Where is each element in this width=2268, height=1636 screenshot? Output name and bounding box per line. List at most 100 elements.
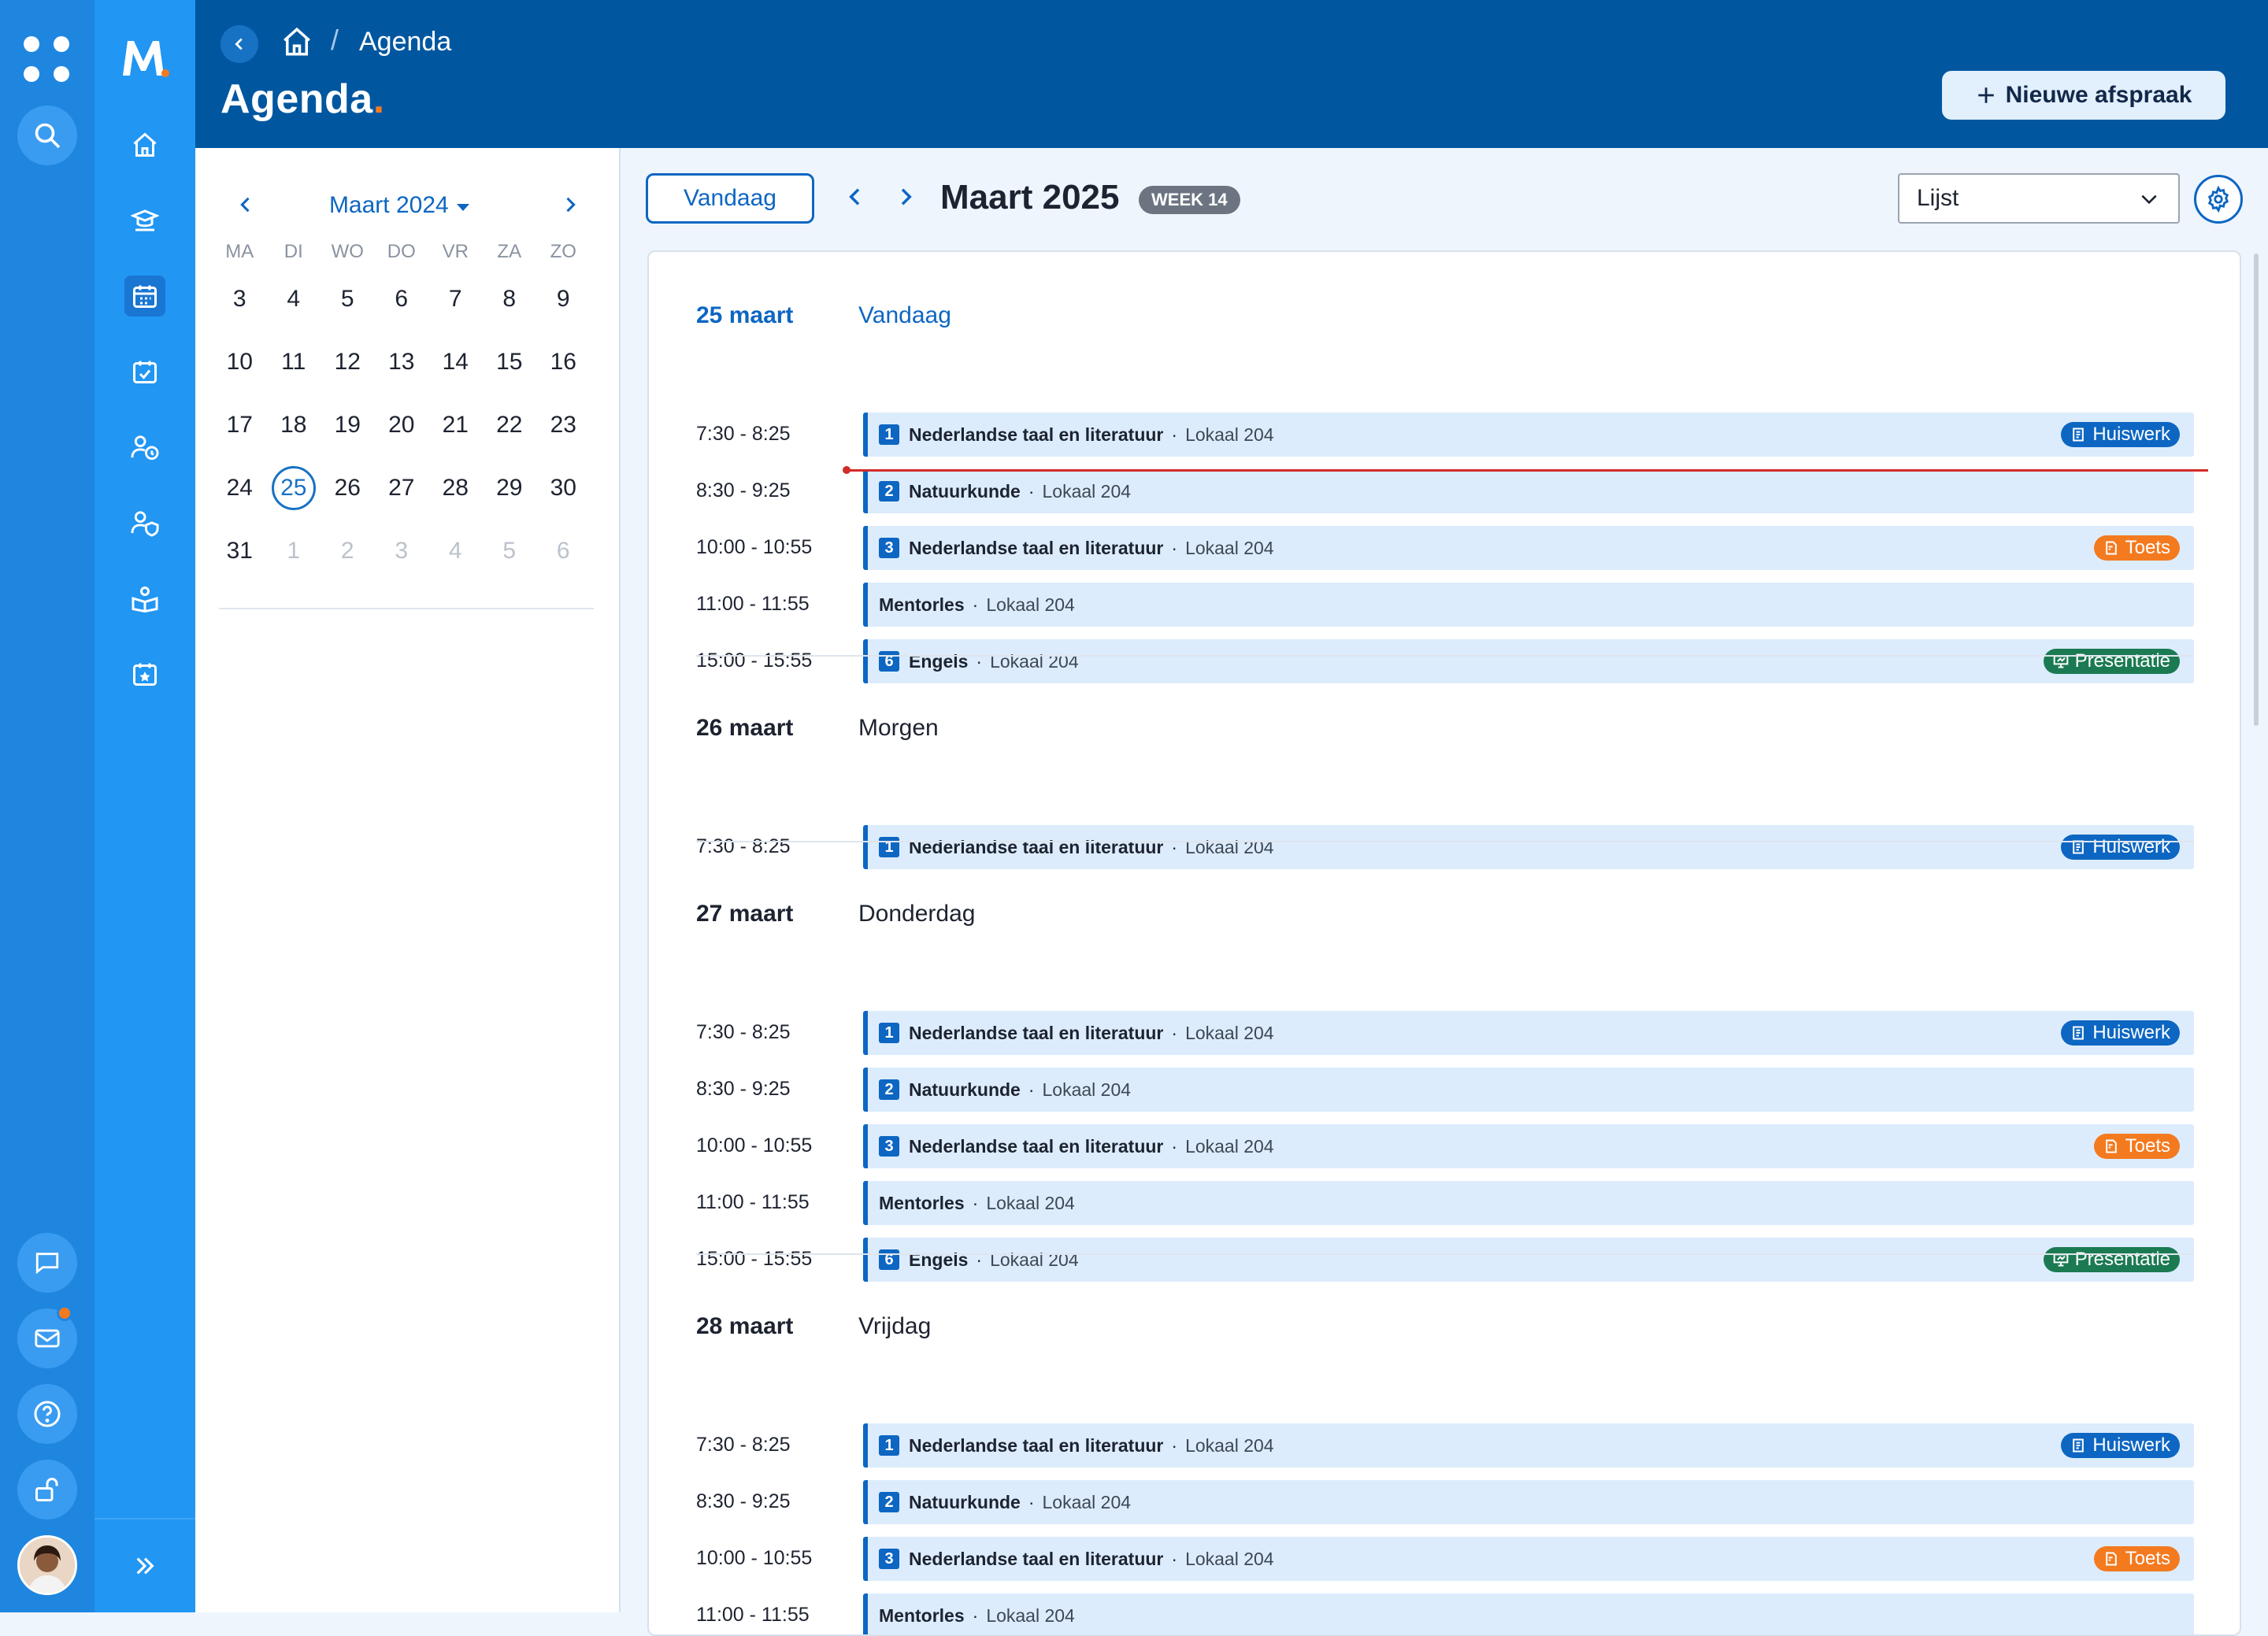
calendar-day[interactable]: 4 [428, 520, 483, 583]
calendar-day[interactable]: 28 [428, 457, 483, 520]
day-label: Vrijdag [858, 1313, 932, 1339]
logout-button[interactable] [17, 1460, 77, 1519]
settings-button[interactable] [2194, 175, 2243, 224]
calendar-day[interactable]: 29 [483, 457, 537, 520]
appointment-subject: Mentorles [879, 594, 965, 615]
prev-week-button[interactable] [843, 184, 868, 213]
appointment-block[interactable]: Mentorles · Lokaal 204 [863, 1593, 2194, 1634]
appointment-room: Lokaal 204 [1042, 480, 1132, 502]
appointment-block[interactable]: 1 Nederlandse taal en literatuur · Lokaal 2… [863, 825, 2194, 869]
nav-grades[interactable] [124, 200, 165, 241]
calendar-day[interactable]: 24 [213, 457, 267, 520]
calendar-day[interactable]: 14 [428, 331, 483, 394]
calendar-day[interactable]: 16 [536, 331, 591, 394]
calendar-day[interactable]: 3 [375, 520, 429, 583]
appointment-tag[interactable]: Toets [2093, 1134, 2180, 1159]
appointment-block[interactable]: 2 Natuurkunde · Lokaal 204 [863, 469, 2194, 513]
appointment-block[interactable]: 3 Nederlandse taal en literatuur · Lokaal 2… [863, 1124, 2194, 1168]
nav-agenda[interactable] [124, 276, 165, 316]
appointment-subject: Nederlandse taal en literatuur [909, 1135, 1164, 1157]
calendar-day[interactable]: 1 [267, 520, 321, 583]
appointment-block[interactable]: 1 Nederlandse taal en literatuur · Lokaal 2… [863, 1423, 2194, 1468]
calendar-day[interactable]: 31 [213, 520, 267, 583]
mini-next-month[interactable] [559, 194, 581, 220]
appointment-block[interactable]: 6 Engels · Lokaal 204 Presentatie [863, 639, 2194, 683]
calendar-day[interactable]: 5 [483, 520, 537, 583]
nav-tasks[interactable] [124, 351, 165, 392]
breadcrumb-home[interactable] [280, 25, 313, 62]
calendar-week: 24 25 26 27 28 29 30 [213, 457, 591, 520]
calendar-day[interactable]: 8 [483, 268, 537, 331]
calendar-day[interactable]: 11 [267, 331, 321, 394]
calendar-day-selected[interactable]: 25 [267, 457, 321, 520]
calendar-check-icon [133, 361, 157, 383]
back-button[interactable] [220, 25, 258, 63]
calendar-day[interactable]: 7 [428, 268, 483, 331]
appointment-block[interactable]: 3 Nederlandse taal en literatuur · Lokaal 2… [863, 526, 2194, 570]
appointment-tag[interactable]: Presentatie [2043, 1247, 2180, 1272]
calendar-day[interactable]: 21 [428, 394, 483, 457]
calendar-day[interactable]: 17 [213, 394, 267, 457]
appointment-tag[interactable]: Toets [2093, 1546, 2180, 1571]
calendar-day[interactable]: 19 [321, 394, 375, 457]
appointment-block[interactable]: 1 Nederlandse taal en literatuur · Lokaal 2… [863, 1011, 2194, 1055]
calendar-day[interactable]: 23 [536, 394, 591, 457]
calendar-day[interactable]: 4 [267, 268, 321, 331]
help-button[interactable] [17, 1384, 77, 1444]
chevron-left-icon [235, 38, 243, 50]
nav-guardian[interactable] [124, 502, 165, 543]
scrollbar[interactable] [2254, 254, 2259, 726]
calendar-day[interactable]: 13 [375, 331, 429, 394]
chat-button[interactable] [17, 1233, 77, 1293]
appointment-block[interactable]: 3 Nederlandse taal en literatuur · Lokaal 2… [863, 1537, 2194, 1581]
apps-icon[interactable] [24, 36, 71, 83]
appointment-row: 10:00 - 10:55 3 Nederlandse taal en litera… [696, 1124, 2194, 1168]
calendar-day[interactable]: 9 [536, 268, 591, 331]
appointment-block[interactable]: 2 Natuurkunde · Lokaal 204 [863, 1480, 2194, 1524]
appointment-tag[interactable]: Huiswerk [2061, 1020, 2180, 1046]
calendar-day[interactable]: 27 [375, 457, 429, 520]
nav-events[interactable] [124, 653, 165, 694]
appointment-time: 8:30 - 9:25 [696, 1078, 791, 1100]
calendar-day[interactable]: 30 [536, 457, 591, 520]
calendar-day[interactable]: 10 [213, 331, 267, 394]
calendar-day[interactable]: 15 [483, 331, 537, 394]
nav-study[interactable] [124, 578, 165, 619]
next-week-button[interactable] [893, 184, 918, 213]
calendar-day[interactable]: 26 [321, 457, 375, 520]
appointment-time: 10:00 - 10:55 [696, 1547, 813, 1569]
calendar-day[interactable]: 6 [375, 268, 429, 331]
appointment-block[interactable]: Mentorles · Lokaal 204 [863, 583, 2194, 627]
weekday-header: MA DI WO DO VR ZA ZO [213, 236, 591, 268]
calendar-day[interactable]: 20 [375, 394, 429, 457]
appointment-time: 15:00 - 15:55 [696, 650, 813, 672]
calendar-day[interactable]: 3 [213, 268, 267, 331]
appointment-tag[interactable]: Huiswerk [2061, 422, 2180, 447]
calendar-day[interactable]: 6 [536, 520, 591, 583]
appointment-block[interactable]: 6 Engels · Lokaal 204 Presentatie [863, 1238, 2194, 1282]
today-button[interactable]: Vandaag [646, 173, 814, 224]
mail-button[interactable] [17, 1305, 77, 1368]
appointment-tag[interactable]: Toets [2093, 535, 2180, 561]
nav-home[interactable] [124, 124, 165, 165]
calendar-day[interactable]: 12 [321, 331, 375, 394]
appointment-block[interactable]: 2 Natuurkunde · Lokaal 204 [863, 1068, 2194, 1112]
appointment-block[interactable]: 1 Nederlandse taal en literatuur · Lokaal 2… [863, 413, 2194, 457]
weekday-label: MA [225, 241, 254, 262]
appointment-tag[interactable]: Presentatie [2043, 649, 2180, 674]
chevron-down-icon [2141, 194, 2157, 205]
avatar[interactable] [17, 1535, 77, 1595]
nav-expand-button[interactable] [94, 1518, 195, 1612]
appointment-tag[interactable]: Huiswerk [2061, 835, 2180, 860]
calendar-day[interactable]: 22 [483, 394, 537, 457]
calendar-day[interactable]: 18 [267, 394, 321, 457]
mini-month-select[interactable]: Maart 2024 [219, 192, 581, 219]
view-select[interactable]: Lijst [1898, 173, 2180, 224]
new-appointment-button[interactable]: Nieuwe afspraak [1942, 71, 2225, 120]
search-button[interactable] [17, 105, 77, 165]
calendar-day[interactable]: 5 [321, 268, 375, 331]
appointment-block[interactable]: Mentorles · Lokaal 204 [863, 1181, 2194, 1225]
appointment-tag[interactable]: Huiswerk [2061, 1433, 2180, 1458]
calendar-day[interactable]: 2 [321, 520, 375, 583]
nav-absence[interactable] [124, 427, 165, 468]
